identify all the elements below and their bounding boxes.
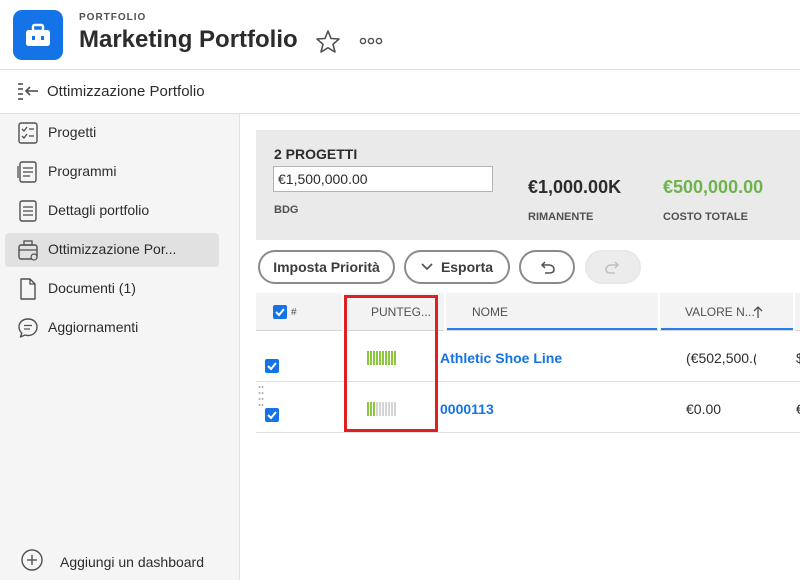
export-label: Esporta: [440, 259, 494, 275]
undo-button[interactable]: [519, 250, 575, 284]
sidebar-item-label: Programmi: [48, 163, 117, 179]
score-tick: [379, 402, 381, 416]
favorite-star-icon[interactable]: [315, 29, 341, 53]
score-tick: [388, 351, 390, 365]
score-tick: [382, 402, 384, 416]
chevron-down-icon: [421, 263, 433, 271]
set-priority-label: Imposta Priorità: [273, 259, 380, 275]
undo-icon: [538, 260, 556, 274]
score-tick: [385, 351, 387, 365]
briefcase-icon: [13, 10, 63, 60]
score-tick: [367, 351, 369, 365]
sidebar-item-documents[interactable]: Documenti (1): [5, 272, 219, 306]
budget-label: BDG: [274, 204, 299, 216]
programs-icon: [17, 160, 39, 184]
score-tick: [376, 351, 378, 365]
column-divider: [793, 293, 795, 331]
remaining-value: €1,000.00K: [528, 177, 622, 197]
score-tick: [391, 351, 393, 365]
net-value-cell: (€502,500.(: [686, 350, 756, 366]
score-tick: [373, 402, 375, 416]
table-row[interactable]: Athletic Shoe Line (€502,500.( $: [256, 332, 800, 382]
net-value-cell: €0.00: [686, 401, 722, 417]
project-name-link[interactable]: 0000113: [440, 401, 494, 417]
section-bar: Ottimizzazione Portfolio: [0, 70, 800, 114]
sort-ascending-icon[interactable]: [753, 293, 763, 331]
score-tick: [382, 351, 384, 365]
sidebar: Progetti Programmi Dettagli portfolio Ot…: [0, 114, 240, 580]
column-divider: [444, 293, 446, 331]
projects-icon: [17, 121, 39, 145]
plus-circle-icon: [20, 548, 44, 572]
sidebar-item-portfolio-optimizer[interactable]: Ottimizzazione Por...: [5, 233, 219, 267]
column-header-net-value[interactable]: VALORE N...: [685, 293, 755, 331]
page-title: Marketing Portfolio: [79, 26, 298, 53]
total-cost-value: €500,000.00: [663, 177, 764, 197]
add-dashboard-button[interactable]: Aggiungi un dashboard: [20, 548, 230, 574]
budget-input[interactable]: [273, 166, 493, 192]
score-tick: [373, 351, 375, 365]
column-header-score[interactable]: PUNTEG...: [371, 293, 431, 331]
object-type-label: PORTFOLIO: [79, 12, 147, 23]
sidebar-item-projects[interactable]: Progetti: [5, 116, 219, 150]
sidebar-item-updates[interactable]: Aggiornamenti: [5, 311, 219, 345]
set-priority-button[interactable]: Imposta Priorità: [258, 250, 395, 284]
sidebar-item-label: Dettagli portfolio: [48, 202, 150, 218]
sidebar-item-portfolio-details[interactable]: Dettagli portfolio: [5, 194, 219, 228]
score-tick: [376, 402, 378, 416]
sidebar-item-label: Progetti: [48, 124, 97, 140]
column-divider: [658, 293, 660, 331]
select-all-checkbox[interactable]: [273, 305, 287, 319]
collapse-sidebar-icon[interactable]: [16, 81, 40, 101]
sidebar-item-label: Ottimizzazione Por...: [48, 241, 177, 257]
score-tick: [370, 402, 372, 416]
redo-button[interactable]: [585, 250, 641, 284]
row-checkbox[interactable]: [265, 408, 279, 422]
remaining-label: RIMANENTE: [528, 211, 594, 223]
export-button[interactable]: Esporta: [404, 250, 510, 284]
drag-handle-icon[interactable]: [258, 384, 264, 408]
optimizer-icon: [17, 238, 39, 262]
budget-summary-panel: 2 PROGETTI BDG €1,000.00K RIMANENTE €500…: [256, 130, 800, 240]
project-name-link[interactable]: Athletic Shoe Line: [440, 350, 562, 366]
score-tick: [394, 402, 396, 416]
score-bar: [367, 351, 396, 365]
row-checkbox[interactable]: [265, 359, 279, 373]
truncated-cell: $: [796, 350, 800, 366]
score-tick: [394, 351, 396, 365]
column-header-number: #: [291, 306, 297, 318]
section-title: Ottimizzazione Portfolio: [47, 83, 205, 100]
document-icon: [17, 277, 39, 301]
project-count: 2 PROGETTI: [274, 146, 358, 162]
total-cost-label: COSTO TOTALE: [663, 211, 748, 223]
sidebar-item-programs[interactable]: Programmi: [5, 155, 219, 189]
truncated-cell: €: [796, 401, 800, 417]
redo-icon: [604, 260, 622, 274]
score-tick: [385, 402, 387, 416]
sidebar-item-label: Aggiornamenti: [48, 319, 139, 335]
score-tick: [367, 402, 369, 416]
score-tick: [379, 351, 381, 365]
score-tick: [388, 402, 390, 416]
updates-icon: [17, 316, 39, 340]
table-header: # PUNTEG... NOME VALORE N...: [256, 293, 800, 331]
column-divider: [342, 293, 344, 331]
column-header-name[interactable]: NOME: [472, 293, 508, 331]
add-dashboard-label: Aggiungi un dashboard: [60, 554, 205, 570]
sidebar-item-label: Documenti (1): [48, 280, 136, 296]
score-tick: [370, 351, 372, 365]
more-options-icon[interactable]: [357, 29, 385, 53]
score-bar: [367, 402, 396, 416]
page-header: PORTFOLIO Marketing Portfolio: [0, 0, 800, 70]
table-row[interactable]: 0000113 €0.00 €: [256, 383, 800, 433]
details-icon: [17, 199, 39, 223]
score-tick: [391, 402, 393, 416]
